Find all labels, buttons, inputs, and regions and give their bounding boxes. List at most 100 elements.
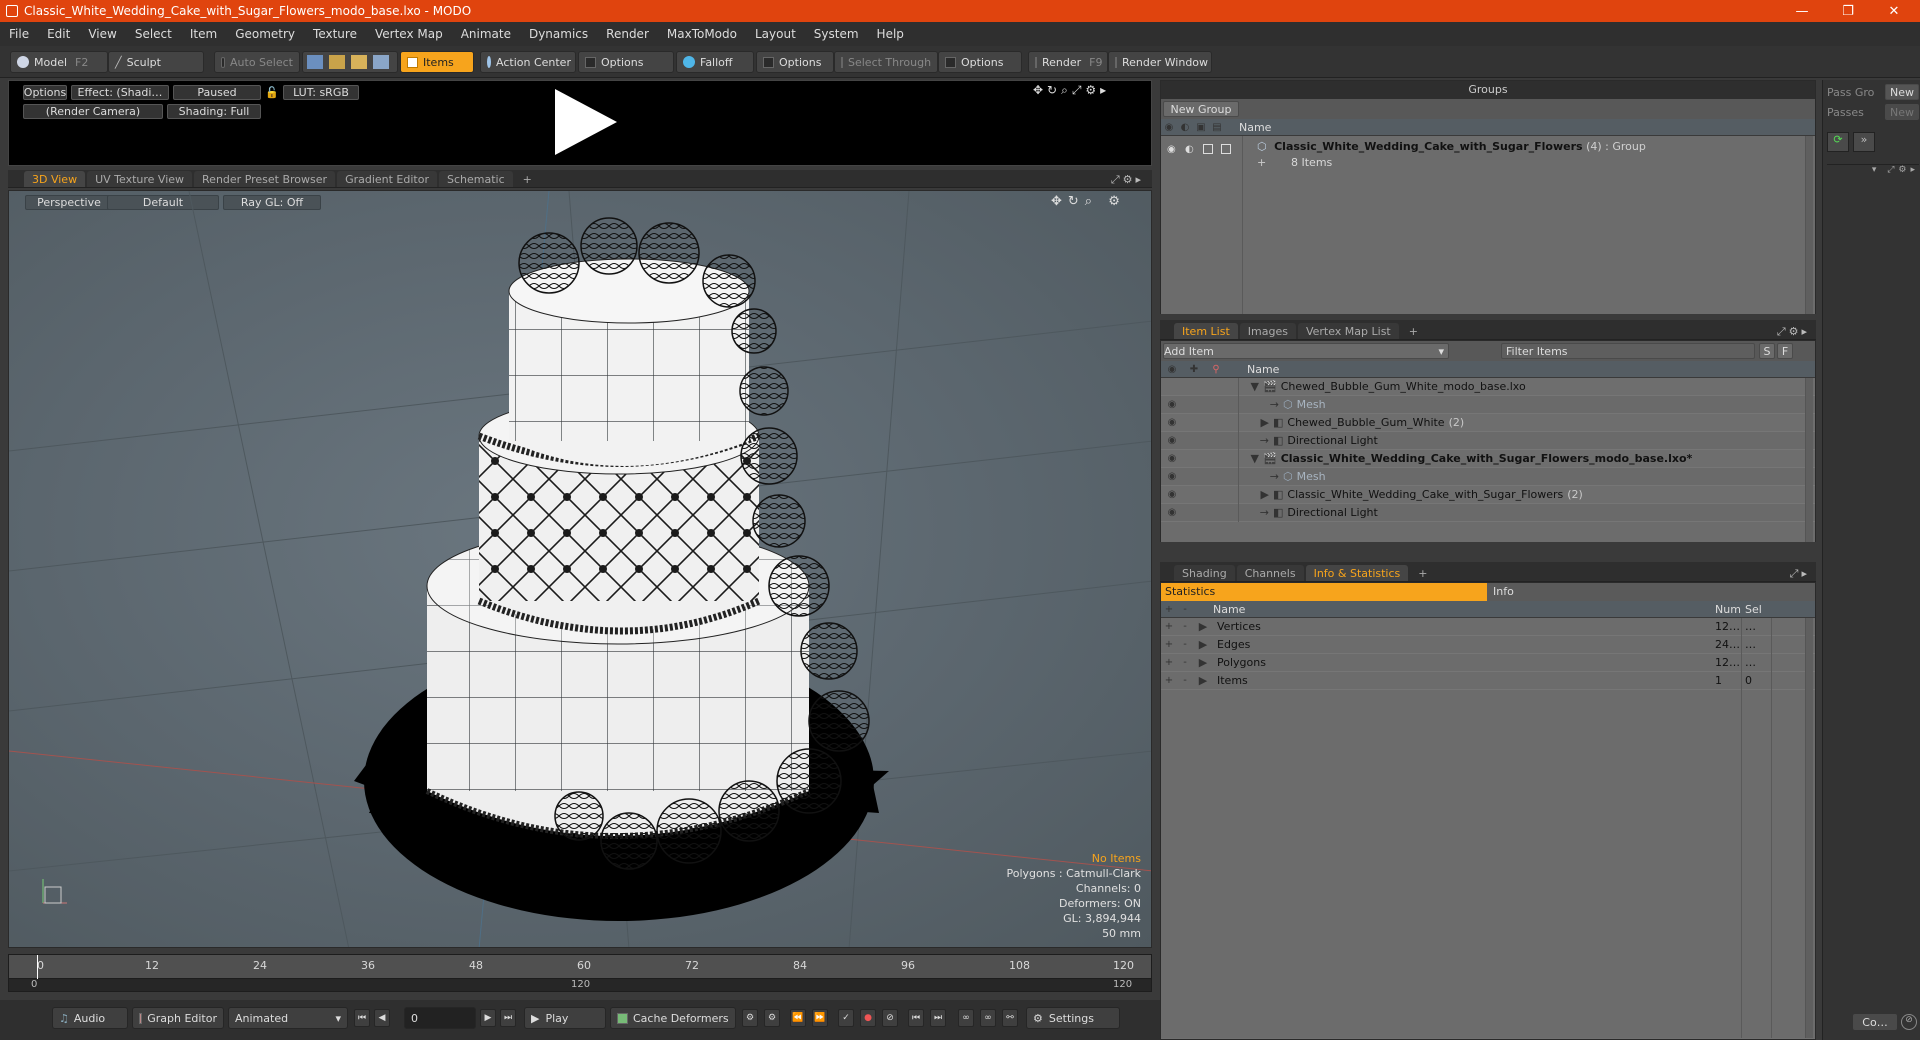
eye-icon[interactable]: ◉ xyxy=(1161,435,1183,446)
search-s-button[interactable]: S xyxy=(1759,343,1775,359)
refresh-icon[interactable]: ⟳ xyxy=(1827,132,1849,152)
settings-button[interactable]: ⚙ Settings xyxy=(1026,1007,1120,1029)
statistics-row[interactable]: + - ▶ Edges 24…… xyxy=(1161,636,1815,654)
action-center-button[interactable]: Action Center xyxy=(480,51,576,73)
tab-gradient-editor[interactable]: Gradient Editor xyxy=(337,171,437,187)
info-tab[interactable]: Info xyxy=(1487,583,1815,601)
tab-info-statistics[interactable]: Info & Statistics xyxy=(1305,565,1409,581)
maximize-button[interactable]: ❐ xyxy=(1826,0,1870,22)
group-row[interactable]: ⬡ Classic_White_Wedding_Cake_with_Sugar_… xyxy=(1257,140,1646,153)
group-render-icon[interactable]: ◐ xyxy=(1185,144,1194,155)
itemlist-scrollbar[interactable] xyxy=(1805,378,1813,542)
remove-selection-icon[interactable]: - xyxy=(1177,621,1193,632)
animated-dropdown[interactable]: Animated ▾ xyxy=(228,1007,348,1029)
filter-items-input[interactable]: Filter Items xyxy=(1501,343,1755,359)
expand-arrow-icon[interactable]: ▶ xyxy=(1239,416,1269,429)
play-button[interactable]: ▶ Play xyxy=(524,1007,606,1029)
3d-viewport[interactable]: Perspective Default Ray GL: Off ✥↻⌕ ⚙ No… xyxy=(8,190,1152,948)
item-list-row[interactable]: ◉ → ◧ Directional Light xyxy=(1161,503,1815,522)
tab-vertex-map-list[interactable]: Vertex Map List xyxy=(1297,323,1399,339)
collapse-arrow-icon[interactable]: ▼ xyxy=(1239,452,1259,465)
expand-arrow-icon[interactable]: → xyxy=(1239,470,1279,483)
tab-schematic[interactable]: Schematic xyxy=(439,171,513,187)
add-itemlist-tab-button[interactable]: + xyxy=(1401,323,1426,339)
lock-column-icon[interactable]: ⚲ xyxy=(1205,364,1227,375)
new-group-button[interactable]: New Group xyxy=(1163,101,1239,117)
menu-help[interactable]: Help xyxy=(868,27,913,41)
add-tab-button[interactable]: + xyxy=(515,171,540,187)
item-list-row[interactable]: ▼ 🎬 Chewed_Bubble_Gum_White_modo_base.lxo xyxy=(1161,377,1815,396)
add-selection-icon[interactable]: + xyxy=(1161,621,1177,632)
expand-arrow-icon[interactable]: → xyxy=(1239,434,1269,447)
next-keyframe-icon[interactable]: ⏭ xyxy=(930,1009,946,1027)
groups-scrollbar[interactable] xyxy=(1805,136,1813,314)
add-selection-icon[interactable]: + xyxy=(1161,657,1177,668)
stats-panel-controls[interactable]: ⤢▸ xyxy=(1790,567,1810,581)
new-pass-group-button[interactable]: New xyxy=(1885,84,1919,100)
group-lock-checkbox[interactable] xyxy=(1203,144,1213,154)
falloff-options-button[interactable]: Options xyxy=(756,51,834,73)
preview-paused-button[interactable]: Paused xyxy=(173,85,261,100)
close-button[interactable]: ✕ xyxy=(1872,0,1916,22)
camera-dropdown[interactable]: (Render Camera) xyxy=(23,104,163,119)
expand-all-icon[interactable]: + xyxy=(1161,604,1177,615)
auto-key-icon[interactable]: ✓ xyxy=(838,1009,854,1027)
statistics-row[interactable]: + - ▶ Items 1 0 xyxy=(1161,672,1815,690)
cache-deformers-button[interactable]: Cache Deformers xyxy=(610,1007,736,1029)
itemlist-panel-controls[interactable]: ⤢⚙▸ xyxy=(1777,325,1810,339)
menu-view[interactable]: View xyxy=(79,27,125,41)
eye-icon[interactable]: ◉ xyxy=(1161,399,1183,410)
graph-editor-button[interactable]: Graph Editor xyxy=(132,1007,224,1029)
record-icon[interactable]: ● xyxy=(860,1009,876,1027)
menu-render[interactable]: Render xyxy=(597,27,658,41)
tab-shading[interactable]: Shading xyxy=(1174,565,1235,581)
menu-geometry[interactable]: Geometry xyxy=(226,27,304,41)
pass-panel-controls[interactable]: ▾ ⤢⚙▸ xyxy=(1827,164,1919,176)
statistics-row[interactable]: + - ▶ Polygons 12…… xyxy=(1161,654,1815,672)
lut-dropdown[interactable]: LUT: sRGB xyxy=(283,85,359,100)
render-window-button[interactable]: Render Window xyxy=(1108,51,1212,73)
timeline[interactable]: 0 12 24 36 48 60 72 84 96 108 120 0 120 … xyxy=(8,954,1152,992)
collapse-arrow-icon[interactable]: ▼ xyxy=(1239,380,1259,393)
item-list-row[interactable]: ◉ ▼ 🎬 Classic_White_Wedding_Cake_with_Sugar… xyxy=(1161,449,1815,468)
eye-icon[interactable]: ◉ xyxy=(1161,489,1183,500)
expand-arrow-icon[interactable]: ▶ xyxy=(1193,620,1213,633)
preview-effect-dropdown[interactable]: Effect: (Shadi… xyxy=(71,85,169,100)
tab-channels[interactable]: Channels xyxy=(1236,565,1304,581)
viewport-panel-controls[interactable]: ⤢⚙▸ xyxy=(1111,173,1144,187)
render-column-icon[interactable]: ✚ xyxy=(1183,364,1205,375)
tab-images[interactable]: Images xyxy=(1239,323,1296,339)
visibility-column-icon[interactable]: ◉ xyxy=(1161,364,1183,375)
preview-options-button[interactable]: Options xyxy=(23,85,67,100)
eye-icon[interactable]: ◉ xyxy=(1161,471,1183,482)
tab-3d-view[interactable]: 3D View xyxy=(24,171,86,187)
polygons-mode-icon[interactable] xyxy=(351,55,367,69)
menu-item[interactable]: Item xyxy=(181,27,226,41)
group-select-checkbox[interactable] xyxy=(1221,144,1231,154)
menu-file[interactable]: File xyxy=(0,27,38,41)
add-item-dropdown[interactable]: Add Item ▾ xyxy=(1163,343,1449,359)
next-key-icon[interactable]: ⏩ xyxy=(812,1009,828,1027)
go-to-end-icon[interactable]: ⏭ xyxy=(500,1009,516,1027)
collapse-all-icon[interactable]: - xyxy=(1177,604,1193,615)
remove-selection-icon[interactable]: - xyxy=(1177,675,1193,686)
menu-texture[interactable]: Texture xyxy=(304,27,366,41)
render-toggle-icon[interactable]: ◐ xyxy=(1177,122,1193,133)
menu-animate[interactable]: Animate xyxy=(452,27,520,41)
timeline-ruler[interactable]: 0 12 24 36 48 60 72 84 96 108 120 xyxy=(9,955,1151,979)
expand-arrow-icon[interactable]: ▶ xyxy=(1193,674,1213,687)
action-center-options-button[interactable]: Options xyxy=(578,51,674,73)
statistics-tab[interactable]: Statistics xyxy=(1161,583,1487,601)
search-f-button[interactable]: F xyxy=(1777,343,1793,359)
visibility-icon[interactable]: ◉ xyxy=(1161,122,1177,133)
menu-maxtomodo[interactable]: MaxToModo xyxy=(658,27,746,41)
group-expand-icon[interactable]: + xyxy=(1257,156,1266,169)
edges-mode-icon[interactable] xyxy=(329,55,345,69)
eye-icon[interactable]: ◉ xyxy=(1161,453,1183,464)
group-visibility-icon[interactable]: ◉ xyxy=(1167,144,1176,155)
menu-system[interactable]: System xyxy=(805,27,868,41)
item-list-row[interactable]: ◉ → ⬡ Mesh xyxy=(1161,395,1815,414)
expand-right-icon[interactable]: » xyxy=(1853,132,1875,152)
menu-layout[interactable]: Layout xyxy=(746,27,805,41)
item-list-row[interactable]: ◉ → ◧ Directional Light xyxy=(1161,431,1815,450)
